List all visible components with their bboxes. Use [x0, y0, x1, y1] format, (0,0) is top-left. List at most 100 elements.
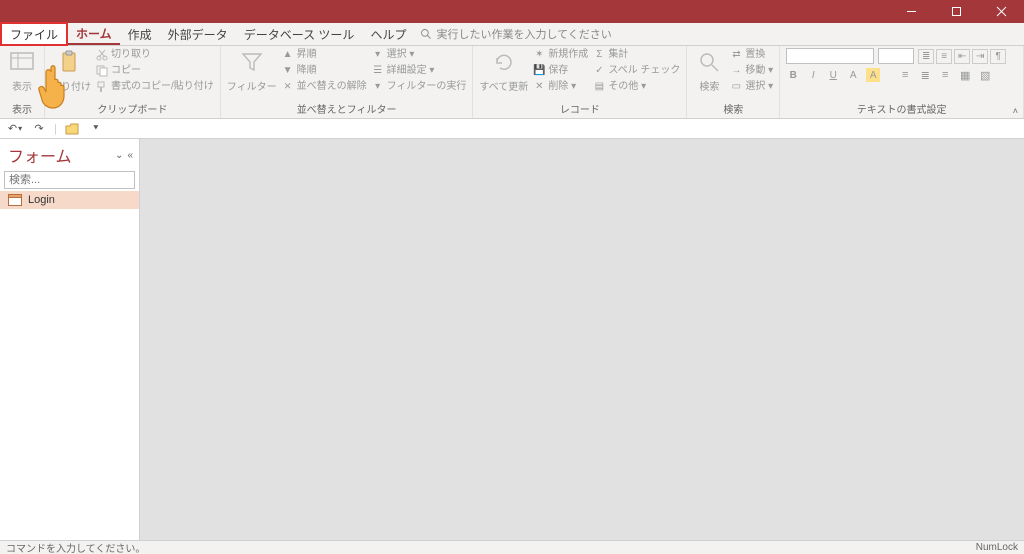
nav-search-box[interactable] [4, 171, 135, 189]
remove-sort-button[interactable]: ⨯並べ替えの解除 [281, 80, 367, 94]
funnel-icon: ▾ [371, 48, 385, 62]
bold-button[interactable]: B [786, 68, 800, 82]
group-label-records: レコード [479, 101, 680, 118]
maximize-button[interactable] [934, 0, 979, 23]
underline-button[interactable]: U [826, 68, 840, 82]
save-record-button[interactable]: 💾保存 [532, 64, 588, 78]
delete-icon: ✕ [532, 80, 546, 94]
more-icon: ▤ [592, 80, 606, 94]
redo-button[interactable]: ↷ [30, 120, 48, 138]
bullets-button[interactable]: ≣ [918, 49, 934, 64]
paste-button[interactable]: 貼り付け [51, 48, 91, 93]
text-direction-button[interactable]: ¶ [990, 49, 1006, 64]
advanced-icon: ☰ [371, 64, 385, 78]
new-record-label: 新規作成 [548, 48, 588, 62]
find-icon [695, 48, 723, 76]
nav-search-input[interactable] [5, 174, 155, 186]
font-color-button[interactable]: A [846, 68, 860, 82]
tab-file[interactable]: ファイル [0, 22, 68, 46]
delete-record-label: 削除 ▾ [548, 80, 576, 94]
tab-database-tools[interactable]: データベース ツール [236, 23, 363, 45]
indent-increase-button[interactable]: ⇥ [972, 49, 988, 64]
refresh-all-button[interactable]: すべて更新 [479, 48, 528, 93]
tab-home[interactable]: ホーム [68, 23, 120, 45]
align-left-button[interactable]: ≡ [898, 68, 912, 82]
more-label: その他 ▾ [608, 80, 646, 94]
align-right-button[interactable]: ≡ [938, 68, 952, 82]
replace-button[interactable]: ⇄置換 [729, 48, 773, 62]
open-folder-button[interactable] [63, 120, 81, 138]
navigation-pane: フォーム ⌄ « Login [0, 139, 140, 540]
totals-button[interactable]: Σ集計 [592, 48, 680, 62]
collapse-ribbon-button[interactable]: ˄ [1013, 106, 1018, 116]
select-icon: ▭ [729, 80, 743, 94]
font-family-select[interactable] [786, 48, 874, 64]
cut-button[interactable]: 切り取り [95, 48, 214, 62]
numbering-button[interactable]: ≡ [936, 49, 952, 64]
spelling-label: スペル チェック [608, 64, 680, 78]
format-painter-icon [95, 80, 109, 94]
fill-color-button[interactable]: ▧ [978, 68, 992, 82]
spelling-button[interactable]: ✓スペル チェック [592, 64, 680, 78]
highlight-button[interactable]: A [866, 68, 880, 82]
gridlines-button[interactable]: ▦ [958, 68, 972, 82]
nav-item-login[interactable]: Login [0, 191, 139, 209]
delete-record-button[interactable]: ✕削除 ▾ [532, 80, 588, 94]
spelling-icon: ✓ [592, 64, 606, 78]
qat-customize-button[interactable]: ⯆ [87, 120, 105, 138]
advanced-label: 詳細設定 ▾ [387, 64, 435, 78]
tell-me-search[interactable]: 実行したい作業を入力してください [414, 23, 617, 45]
filter-button[interactable]: フィルター [227, 48, 277, 93]
nav-title[interactable]: フォーム [8, 143, 72, 167]
save-icon: 💾 [532, 64, 546, 78]
sort-desc-icon: ▼ [281, 64, 295, 78]
select-button[interactable]: ▭選択 ▾ [729, 80, 773, 94]
nav-collapse-button[interactable]: « [127, 150, 133, 161]
sort-desc-button[interactable]: ▼降順 [281, 64, 367, 78]
minimize-button[interactable] [889, 0, 934, 23]
new-record-button[interactable]: ✶新規作成 [532, 48, 588, 62]
workspace: フォーム ⌄ « Login [0, 139, 1024, 540]
align-center-button[interactable]: ≣ [918, 68, 932, 82]
italic-button[interactable]: I [806, 68, 820, 82]
status-left: コマンドを入力してください。 [6, 540, 145, 554]
format-painter-button[interactable]: 書式のコピー/貼り付け [95, 80, 214, 94]
format-painter-label: 書式のコピー/貼り付け [111, 80, 214, 94]
close-button[interactable] [979, 0, 1024, 23]
indent-decrease-button[interactable]: ⇤ [954, 49, 970, 64]
filter-icon [238, 48, 266, 76]
nav-filter-dropdown[interactable]: ⌄ [115, 150, 123, 161]
font-size-select[interactable] [878, 48, 914, 64]
copy-icon [95, 64, 109, 78]
toggle-filter-button[interactable]: ▾フィルターの実行 [371, 80, 467, 94]
goto-icon: → [729, 64, 743, 78]
group-label-view: 表示 [6, 101, 38, 118]
view-icon [8, 48, 36, 76]
status-right: NumLock [976, 542, 1018, 553]
find-button[interactable]: 検索 [693, 48, 725, 93]
advanced-filter-button[interactable]: ☰詳細設定 ▾ [371, 64, 467, 78]
form-icon [8, 194, 22, 206]
remove-sort-label: 並べ替えの解除 [297, 80, 367, 94]
select-label: 選択 ▾ [745, 80, 773, 94]
tab-external-data[interactable]: 外部データ [160, 23, 236, 45]
sort-asc-icon: ▲ [281, 48, 295, 62]
view-label: 表示 [12, 78, 32, 93]
replace-label: 置換 [745, 48, 765, 62]
view-button[interactable]: 表示 [6, 48, 38, 93]
replace-icon: ⇄ [729, 48, 743, 62]
copy-button[interactable]: コピー [95, 64, 214, 78]
goto-label: 移動 ▾ [745, 64, 773, 78]
undo-button[interactable]: ↶▾ [6, 120, 24, 138]
cut-label: 切り取り [111, 48, 151, 62]
refresh-icon [490, 48, 518, 76]
group-label-sort: 並べ替えとフィルター [227, 101, 467, 118]
tab-create[interactable]: 作成 [120, 23, 160, 45]
tab-help[interactable]: ヘルプ [362, 23, 414, 45]
toggle-filter-icon: ▾ [371, 80, 385, 94]
more-records-button[interactable]: ▤その他 ▾ [592, 80, 680, 94]
goto-button[interactable]: →移動 ▾ [729, 64, 773, 78]
sort-asc-button[interactable]: ▲昇順 [281, 48, 367, 62]
refresh-all-label: すべて更新 [479, 78, 528, 93]
selection-button[interactable]: ▾選択 ▾ [371, 48, 467, 62]
